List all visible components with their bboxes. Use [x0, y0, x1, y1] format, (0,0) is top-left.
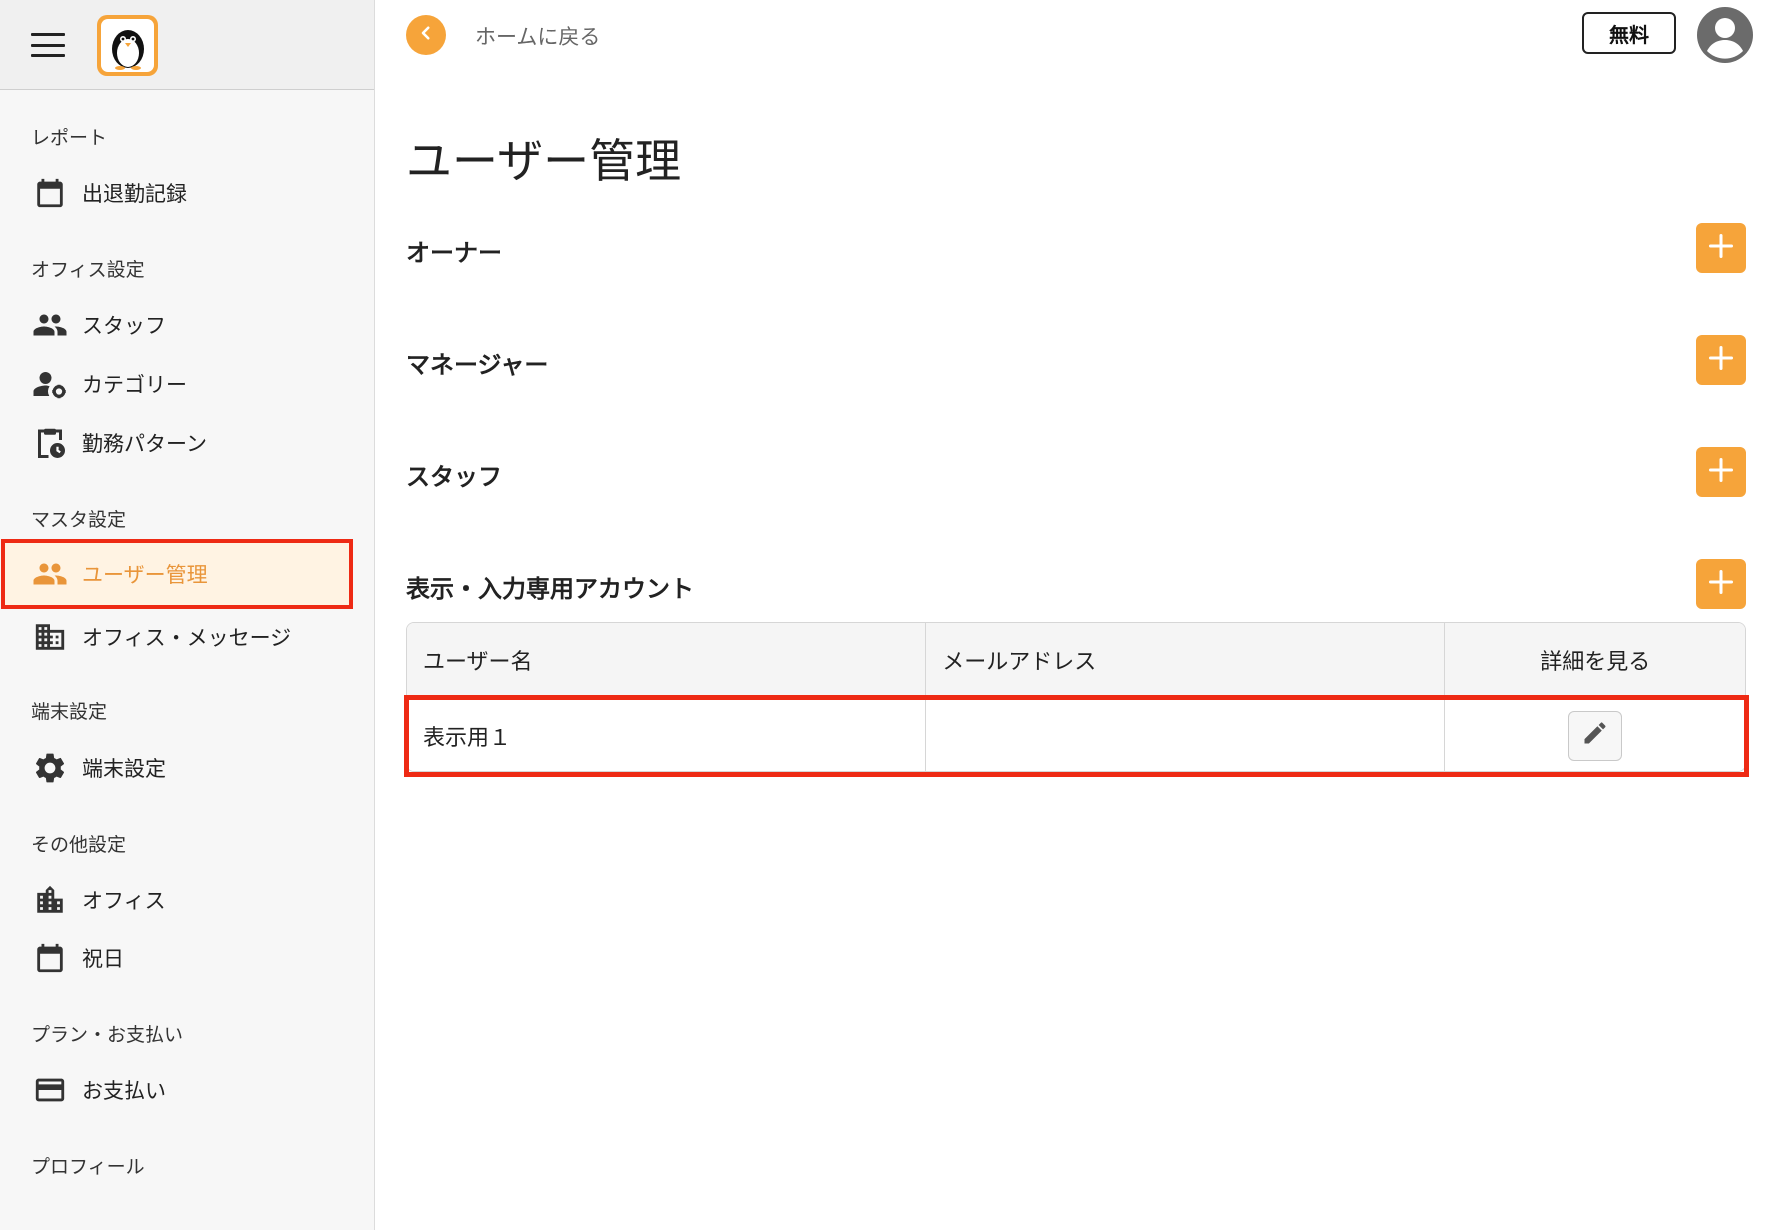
plan-badge[interactable]: 無料 [1582, 12, 1676, 54]
add-manager-button[interactable] [1696, 335, 1746, 385]
section-manager-title: マネージャー [406, 351, 549, 379]
sidebar-item-label: 端末設定 [82, 757, 166, 781]
sidebar-item-payment[interactable]: お支払い [5, 1060, 349, 1120]
section-owner-title: オーナー [406, 239, 502, 267]
building-icon [32, 619, 68, 655]
sidebar-item-label: ユーザー管理 [82, 563, 208, 587]
sidebar-item-label: 祝日 [82, 947, 124, 971]
section-office-settings: オフィス設定 [31, 259, 145, 281]
header-email: メールアドレス [926, 623, 1446, 697]
add-staff-button[interactable] [1696, 447, 1746, 497]
people-icon [32, 556, 68, 592]
sidebar-item-label: お支払い [82, 1079, 166, 1103]
back-button[interactable] [406, 15, 446, 55]
section-master-settings: マスタ設定 [31, 509, 127, 531]
pencil-icon [1581, 719, 1609, 753]
section-report: レポート [31, 127, 108, 149]
account-circle-icon [1697, 7, 1753, 63]
section-plan: プラン・お支払い [31, 1024, 184, 1046]
cell-username: 表示用１ [407, 698, 927, 771]
section-display-account-title: 表示・入力専用アカウント [406, 575, 694, 603]
plus-icon [1707, 456, 1735, 488]
sidebar-item-label: 勤務パターン [82, 432, 207, 456]
page-title: ユーザー管理 [406, 134, 682, 188]
sidebar-item-office[interactable]: オフィス [5, 870, 349, 930]
penguin-logo-icon[interactable] [97, 15, 158, 76]
edit-button[interactable] [1568, 710, 1623, 761]
cell-email [926, 698, 1446, 771]
sidebar-item-category[interactable]: カテゴリー [5, 354, 349, 414]
sidebar-item-holiday[interactable]: 祝日 [5, 928, 349, 988]
sidebar-item-staff[interactable]: スタッフ [5, 295, 349, 355]
sidebar-item-label: オフィス [82, 889, 166, 913]
sidebar-item-label: スタッフ [82, 314, 166, 338]
people-icon [32, 307, 68, 343]
sidebar-item-user-management[interactable]: ユーザー管理 [1, 539, 353, 609]
city-building-icon [32, 882, 68, 918]
header-details: 詳細を見る [1540, 650, 1651, 675]
sidebar-item-label: 出退勤記録 [82, 182, 187, 206]
calendar-icon [32, 940, 68, 976]
person-settings-icon [32, 366, 68, 402]
table-header: ユーザー名 メールアドレス 詳細を見る [407, 623, 1745, 698]
table-row: 表示用１ [407, 698, 1745, 771]
calendar-icon [32, 175, 68, 211]
add-display-account-button[interactable] [1696, 559, 1746, 609]
hamburger-menu-icon[interactable] [31, 33, 65, 57]
back-to-home-link[interactable]: ホームに戻る [475, 21, 600, 51]
cell-details [1445, 698, 1745, 771]
plus-icon [1707, 232, 1735, 264]
avatar[interactable] [1696, 6, 1754, 64]
sidebar-item-label: カテゴリー [82, 373, 187, 397]
sidebar-item-attendance[interactable]: 出退勤記録 [5, 163, 349, 223]
header-username: ユーザー名 [407, 623, 927, 697]
sidebar-item-office-message[interactable]: オフィス・メッセージ [5, 607, 349, 667]
section-device-settings: 端末設定 [31, 701, 108, 723]
sidebar-item-label: オフィス・メッセージ [82, 626, 292, 650]
section-profile: プロフィール [31, 1156, 145, 1178]
plus-icon [1707, 344, 1735, 376]
add-owner-button[interactable] [1696, 223, 1746, 273]
sidebar-item-work-pattern[interactable]: 勤務パターン [5, 413, 349, 473]
clipboard-clock-icon [32, 425, 68, 461]
section-other-settings: その他設定 [31, 834, 127, 856]
display-account-table: ユーザー名 メールアドレス 詳細を見る 表示用１ [406, 622, 1746, 772]
sidebar-item-device-settings[interactable]: 端末設定 [5, 738, 349, 798]
sidebar-header [0, 0, 374, 90]
gear-icon [32, 750, 68, 786]
section-staff-title: スタッフ [406, 463, 502, 491]
credit-card-icon [32, 1072, 68, 1108]
chevron-left-icon [417, 24, 435, 46]
plus-icon [1707, 568, 1735, 600]
sidebar: レポート 出退勤記録 オフィス設定 スタッフ カテゴリー 勤務パターン マスタ設… [0, 0, 375, 1230]
